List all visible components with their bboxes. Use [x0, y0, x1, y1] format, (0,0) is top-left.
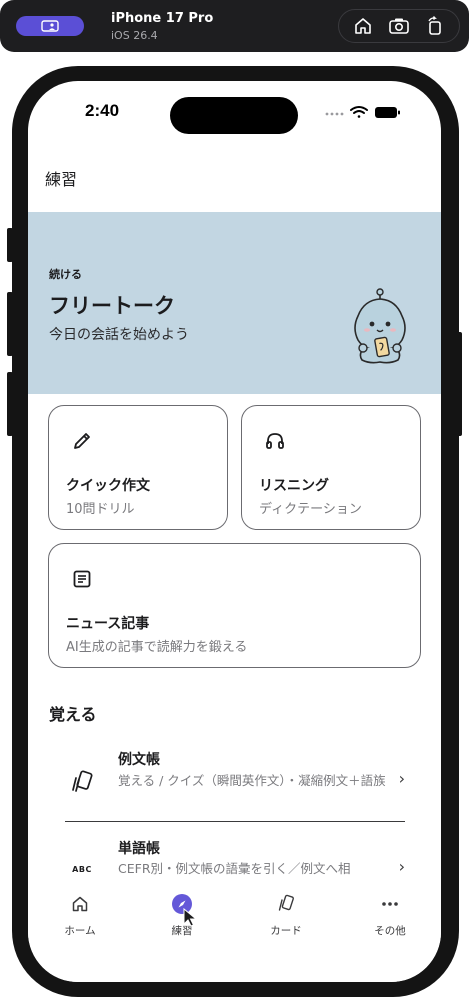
action-button	[7, 228, 13, 262]
cards-icon	[275, 893, 297, 915]
device-name: iPhone 17 Pro	[111, 11, 214, 26]
hero-subtitle: 今日の会話を始めよう	[49, 327, 189, 343]
power-button	[456, 332, 462, 436]
section-title-learn: 覚える	[49, 705, 97, 724]
screenshot-button[interactable]	[386, 13, 412, 39]
list-item-subtitle: 覚える / クイズ（瞬間英作文）・凝縮例文＋語族	[118, 773, 386, 788]
status-time: 2:40	[85, 101, 120, 120]
screenshot-icon	[389, 18, 409, 34]
simulator-toolbar: iPhone 17 Pro iOS 26.4	[0, 0, 469, 52]
list-item-example-sentences[interactable]: 例文帳 覚える / クイズ（瞬間英作文）・凝縮例文＋語族 ›	[65, 749, 405, 809]
home-icon	[355, 18, 371, 34]
abc-icon: ABC	[72, 864, 92, 874]
card-subtitle: 10問ドリル	[66, 502, 135, 517]
pencil-icon	[74, 433, 90, 449]
card-title: クイック作文	[66, 478, 150, 494]
page-title: 練習	[45, 170, 78, 189]
card-title: ニュース記事	[66, 616, 150, 632]
home-icon	[69, 893, 91, 915]
listening-card[interactable]: リスニング ディクテーション	[241, 405, 421, 530]
list-item-title: 単語帳	[118, 841, 160, 857]
headphones-icon	[266, 433, 284, 449]
cellular-icon	[325, 112, 344, 116]
card-title: リスニング	[259, 478, 329, 494]
status-indicators	[325, 106, 400, 118]
device-icon	[41, 20, 59, 32]
hero-kicker: 続ける	[49, 268, 82, 281]
wifi-icon	[350, 106, 368, 118]
list-item-title: 例文帳	[118, 752, 160, 768]
tab-cards[interactable]: カード	[251, 893, 321, 938]
free-talk-banner[interactable]: 続ける フリートーク 今日の会話を始めよう	[28, 212, 441, 394]
mouse-cursor	[183, 908, 198, 927]
cards-icon	[67, 769, 97, 795]
tab-label: ホーム	[64, 925, 96, 937]
more-icon	[379, 893, 401, 915]
volume-up-button	[7, 292, 13, 356]
card-subtitle: AI生成の記事で読解力を鍛える	[66, 640, 248, 655]
device-badge[interactable]	[16, 16, 84, 36]
rotate-icon	[428, 16, 441, 35]
list-item-subtitle: CEFR別・例文帳の語彙を引く／例文へ相	[118, 861, 351, 876]
chevron-right-icon: ›	[398, 857, 405, 876]
mascot-illustration	[354, 288, 406, 364]
tab-label: カード	[270, 925, 302, 937]
tab-label: その他	[374, 925, 406, 937]
hero-title: フリートーク	[49, 294, 175, 318]
os-version: iOS 26.4	[111, 29, 158, 42]
home-button[interactable]	[350, 13, 376, 39]
list-divider	[65, 821, 405, 822]
simulator-controls	[338, 9, 460, 43]
tab-more[interactable]: その他	[355, 893, 425, 938]
quick-composition-card[interactable]: クイック作文 10問ドリル	[48, 405, 228, 530]
app-screen: 2:40 練習 続ける フリートーク 今日の会話を始めよう クイック作文 10問…	[28, 81, 441, 982]
article-icon	[73, 570, 91, 588]
battery-icon	[375, 107, 400, 118]
tab-bar: ホーム 練習 カード その他	[28, 881, 441, 982]
chevron-right-icon: ›	[398, 769, 405, 788]
volume-down-button	[7, 372, 13, 436]
list-item-vocabulary[interactable]: ABC 単語帳 CEFR別・例文帳の語彙を引く／例文へ相 ›	[65, 838, 405, 878]
card-subtitle: ディクテーション	[259, 502, 362, 517]
news-article-card[interactable]: ニュース記事 AI生成の記事で読解力を鍛える	[48, 543, 421, 668]
rotate-button[interactable]	[422, 13, 448, 39]
dynamic-island	[170, 97, 298, 134]
tab-home[interactable]: ホーム	[45, 893, 115, 938]
